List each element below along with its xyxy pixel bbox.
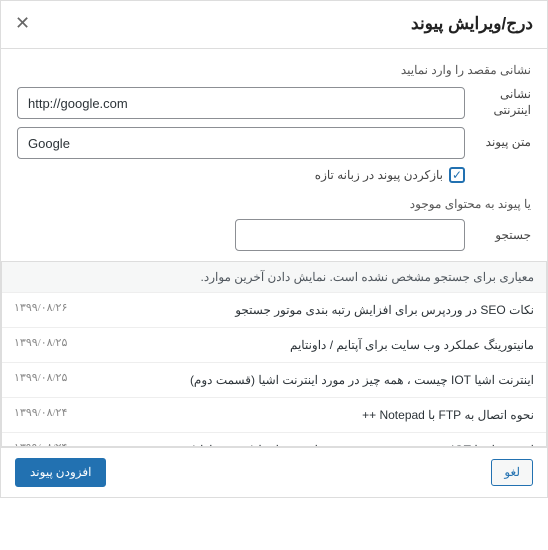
url-label: نشانی اینترنتی bbox=[475, 87, 531, 118]
dialog-title: درج/ویرایش پیوند bbox=[411, 14, 533, 34]
result-date: ۱۳۹۹/۰۸/۲۴ bbox=[14, 406, 67, 419]
dialog-body: نشانی مقصد را وارد نمایید نشانی اینترنتی… bbox=[1, 49, 547, 447]
url-row: نشانی اینترنتی bbox=[17, 87, 531, 119]
close-icon: ✕ bbox=[15, 13, 30, 33]
existing-instruction: یا پیوند به محتوای موجود bbox=[17, 197, 531, 211]
result-item[interactable]: اینترنت اشیا IOT چیست ، همه چیز در مورد … bbox=[2, 433, 546, 447]
result-date: ۱۳۹۹/۰۸/۲۵ bbox=[14, 371, 67, 384]
result-title: نحوه اتصال به FTP با Notepad ++ bbox=[87, 406, 534, 424]
result-title: اینترنت اشیا IOT چیست ، همه چیز در مورد … bbox=[87, 371, 534, 389]
newtab-label: بازکردن پیوند در زبانه تازه bbox=[315, 168, 443, 182]
dialog-header: درج/ویرایش پیوند ✕ bbox=[1, 1, 547, 49]
search-input[interactable] bbox=[235, 219, 465, 251]
search-row: جستجو bbox=[17, 219, 531, 251]
url-instruction: نشانی مقصد را وارد نمایید bbox=[17, 63, 531, 77]
result-title: نکات SEO در وردپرس برای افزایش رتبه بندی… bbox=[87, 301, 534, 319]
text-label: متن پیوند bbox=[475, 135, 531, 151]
close-button[interactable]: ✕ bbox=[11, 9, 34, 38]
link-text-input[interactable] bbox=[17, 127, 465, 159]
text-row: متن پیوند bbox=[17, 127, 531, 159]
results-list[interactable]: معیاری برای جستجو مشخص نشده است. نمایش د… bbox=[1, 261, 547, 447]
dialog-footer: لغو افزودن پیوند bbox=[1, 447, 547, 497]
link-dialog: درج/ویرایش پیوند ✕ نشانی مقصد را وارد نم… bbox=[0, 0, 548, 498]
cancel-button[interactable]: لغو bbox=[491, 459, 533, 486]
add-link-button[interactable]: افزودن پیوند bbox=[15, 458, 106, 487]
result-date: ۱۳۹۹/۰۸/۲۶ bbox=[14, 301, 67, 314]
result-title: مانیتورینگ عملکرد وب سایت برای آپتایم / … bbox=[87, 336, 534, 354]
result-item[interactable]: نکات SEO در وردپرس برای افزایش رتبه بندی… bbox=[2, 293, 546, 328]
url-input[interactable] bbox=[17, 87, 465, 119]
newtab-row: ✓ بازکردن پیوند در زبانه تازه bbox=[17, 167, 465, 183]
newtab-checkbox[interactable]: ✓ bbox=[449, 167, 465, 183]
result-item[interactable]: اینترنت اشیا IOT چیست ، همه چیز در مورد … bbox=[2, 363, 546, 398]
search-label: جستجو bbox=[475, 228, 531, 242]
results-header: معیاری برای جستجو مشخص نشده است. نمایش د… bbox=[2, 262, 546, 293]
result-item[interactable]: مانیتورینگ عملکرد وب سایت برای آپتایم / … bbox=[2, 328, 546, 363]
result-item[interactable]: نحوه اتصال به FTP با Notepad ++ ۱۳۹۹/۰۸/۲… bbox=[2, 398, 546, 433]
result-date: ۱۳۹۹/۰۸/۲۵ bbox=[14, 336, 67, 349]
